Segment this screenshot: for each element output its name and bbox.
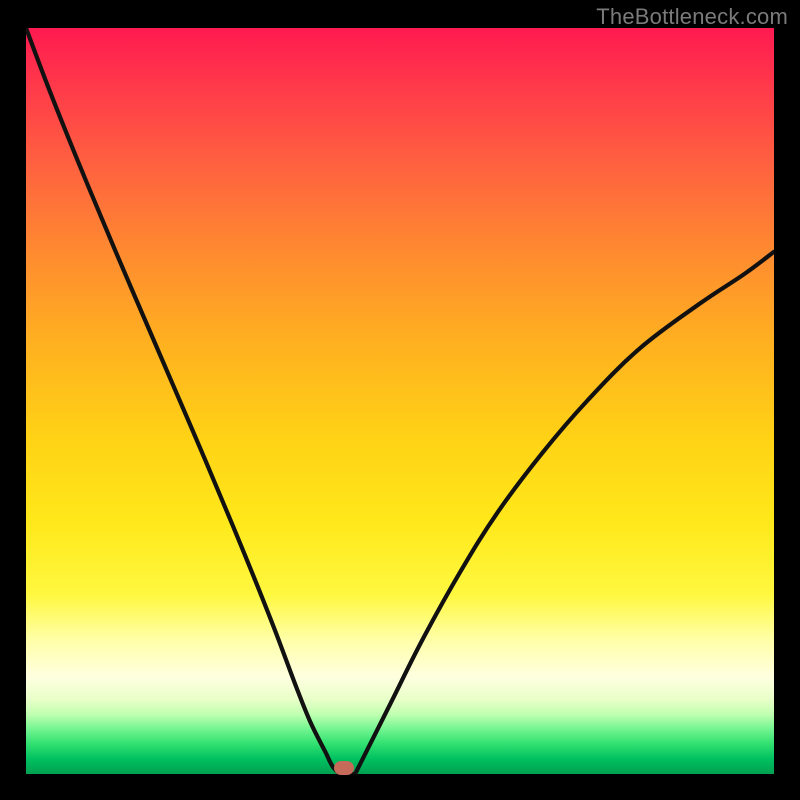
curve-left-branch	[26, 28, 340, 774]
plot-area	[26, 28, 774, 774]
curve-group	[26, 28, 774, 774]
curve-right-branch	[355, 252, 774, 774]
chart-frame: TheBottleneck.com	[0, 0, 800, 800]
bottleneck-curve-svg	[26, 28, 774, 774]
optimum-marker	[334, 761, 354, 775]
watermark-label: TheBottleneck.com	[596, 4, 788, 30]
